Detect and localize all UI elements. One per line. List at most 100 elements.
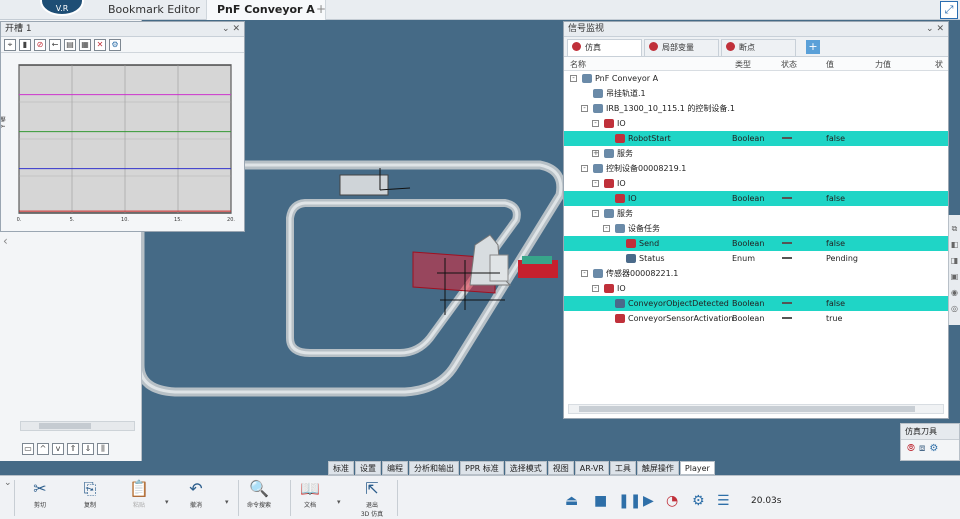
expand-toggle-icon[interactable]: -: [581, 165, 588, 172]
column-extra[interactable]: 状: [935, 59, 943, 70]
move-up-icon[interactable]: ^: [37, 443, 49, 455]
copy-button[interactable]: ⎘ 复制: [68, 478, 112, 509]
stop-icon[interactable]: ■: [594, 493, 607, 509]
restore-window-icon[interactable]: ⤢: [940, 1, 958, 19]
signal-row[interactable]: Status Enum Pending: [564, 251, 948, 266]
expand-toggle-icon[interactable]: -: [592, 180, 599, 187]
signal-row[interactable]: - PnF Conveyor A: [564, 71, 948, 86]
ribbon-tab[interactable]: 工具: [609, 461, 636, 475]
signal-row[interactable]: - IO: [564, 116, 948, 131]
expand-toggle-icon[interactable]: -: [592, 120, 599, 127]
signal-row[interactable]: 吊挂轨道.1: [564, 86, 948, 101]
signal-icon[interactable]: ⧈: [919, 443, 925, 454]
back-icon[interactable]: ←: [49, 39, 61, 51]
ribbon-collapse-icon[interactable]: ⌄: [4, 478, 12, 488]
ribbon-tab[interactable]: 选择模式: [504, 461, 547, 475]
side-icons[interactable]: ⧉ ◧ ◨ ▣ ◉ ◎: [949, 221, 960, 317]
expand-toggle-icon[interactable]: -: [581, 105, 588, 112]
move-bottom-icon[interactable]: ⇓: [82, 443, 94, 455]
signal-value[interactable]: false: [826, 236, 845, 251]
tab-breakpoints[interactable]: 断点: [721, 39, 796, 56]
eject-icon[interactable]: ⏏: [565, 493, 578, 509]
undo-button[interactable]: ↶ 撤消: [174, 478, 218, 509]
collapse-arrow-icon[interactable]: ‹: [3, 234, 8, 248]
pause-icon[interactable]: ❚❚: [618, 493, 641, 509]
column-value[interactable]: 值: [826, 59, 834, 70]
signal-row[interactable]: - IO: [564, 281, 948, 296]
bar-icon[interactable]: ▮: [19, 39, 31, 51]
move-down-icon[interactable]: v: [52, 443, 64, 455]
ribbon-tab[interactable]: 分析和输出: [409, 461, 459, 475]
column-force-value[interactable]: 力值: [875, 59, 891, 70]
signal-monitor-controls[interactable]: ⌄ ✕: [926, 22, 944, 36]
signal-row[interactable]: - 控制设备00008219.1: [564, 161, 948, 176]
settings-icon[interactable]: ⚙: [109, 39, 121, 51]
ribbon-tab[interactable]: 编程: [382, 461, 408, 475]
columns-icon[interactable]: ⫼: [97, 443, 109, 455]
add-tab-icon[interactable]: +: [316, 2, 326, 16]
expand-toggle-icon[interactable]: -: [592, 210, 599, 217]
expand-toggle-icon[interactable]: +: [592, 150, 599, 157]
signal-row[interactable]: Send Boolean false: [564, 236, 948, 251]
signal-row[interactable]: - 服务: [564, 206, 948, 221]
column-type[interactable]: 类型: [735, 59, 751, 70]
signal-row[interactable]: IO Boolean false: [564, 191, 948, 206]
signal-row[interactable]: ConveyorSensorActivation Boolean true: [564, 311, 948, 326]
tab-bookmark-editor[interactable]: Bookmark Editor: [98, 0, 210, 20]
cut-button[interactable]: ✂ 剪切: [18, 478, 62, 509]
dropdown-arrow-icon[interactable]: ▾: [337, 498, 341, 506]
expand-toggle-icon[interactable]: -: [570, 75, 577, 82]
signal-value[interactable]: true: [826, 311, 842, 326]
dropdown-arrow-icon[interactable]: ▾: [225, 498, 229, 506]
signal-row[interactable]: - 传感器00008221.1: [564, 266, 948, 281]
ribbon-tab[interactable]: 设置: [355, 461, 381, 475]
ribbon-tab[interactable]: 标准: [328, 461, 354, 475]
signal-row[interactable]: ConveyorObjectDetected Boolean false: [564, 296, 948, 311]
tab-pnf-conveyor[interactable]: PnF Conveyor A: [206, 0, 326, 20]
chart-window-controls[interactable]: ⌄ ✕: [222, 22, 240, 36]
panel-add-icon[interactable]: ▭: [22, 443, 34, 455]
signal-row[interactable]: - IO: [564, 176, 948, 191]
expand-toggle-icon[interactable]: -: [592, 285, 599, 292]
clear-icon[interactable]: ⊘: [34, 39, 46, 51]
paste-button[interactable]: 📋 粘贴: [117, 478, 161, 509]
ribbon-tab[interactable]: AR-VR: [574, 461, 609, 475]
signal-scrollbar[interactable]: [568, 404, 944, 414]
exit-3d-simulation-button[interactable]: ⇱ 退出 3D 仿真: [350, 478, 394, 518]
document-button[interactable]: 📖 文档: [288, 478, 332, 509]
ribbon-tab[interactable]: 触屏操作: [636, 461, 679, 475]
signal-value[interactable]: false: [826, 296, 845, 311]
signal-row[interactable]: RobotStart Boolean false: [564, 131, 948, 146]
left-panel-scrollbar[interactable]: [20, 421, 135, 431]
ribbon-tab[interactable]: Player: [679, 461, 715, 475]
settings-gear-icon[interactable]: ⚙: [692, 493, 705, 509]
signal-row[interactable]: - IRB_1300_10_115.1 的控制设备.1: [564, 101, 948, 116]
dropdown-arrow-icon[interactable]: ▾: [165, 498, 169, 506]
play-icon[interactable]: ▶: [643, 493, 654, 509]
signal-row[interactable]: + 服务: [564, 146, 948, 161]
signal-value[interactable]: false: [826, 131, 845, 146]
scrollbar-thumb[interactable]: [39, 423, 91, 429]
list-icon[interactable]: ☰: [717, 493, 730, 509]
io-icon[interactable]: ⦾: [907, 443, 915, 454]
robot-icon[interactable]: ⚙: [929, 443, 938, 454]
ribbon-tab[interactable]: PPR 标准: [460, 461, 504, 475]
command-search-button[interactable]: 🔍 命令搜索: [237, 478, 281, 509]
speed-gauge-icon[interactable]: ◔: [666, 493, 678, 509]
delete-icon[interactable]: ✕: [94, 39, 106, 51]
export-icon[interactable]: ▤: [64, 39, 76, 51]
ribbon-tab[interactable]: 视图: [547, 461, 574, 475]
add-tab-button[interactable]: +: [806, 40, 820, 54]
scrollbar-thumb[interactable]: [579, 406, 915, 412]
signal-value[interactable]: false: [826, 191, 845, 206]
signal-row[interactable]: - 设备任务: [564, 221, 948, 236]
tab-local-variables[interactable]: 局部变量: [644, 39, 719, 56]
tab-simulation[interactable]: 仿真: [567, 39, 642, 56]
signal-value[interactable]: Pending: [826, 251, 858, 266]
column-name[interactable]: 名称: [570, 59, 586, 70]
expand-toggle-icon[interactable]: -: [581, 270, 588, 277]
expand-toggle-icon[interactable]: -: [603, 225, 610, 232]
table-icon[interactable]: ▦: [79, 39, 91, 51]
move-top-icon[interactable]: ⇑: [67, 443, 79, 455]
column-status[interactable]: 状态: [781, 59, 797, 70]
